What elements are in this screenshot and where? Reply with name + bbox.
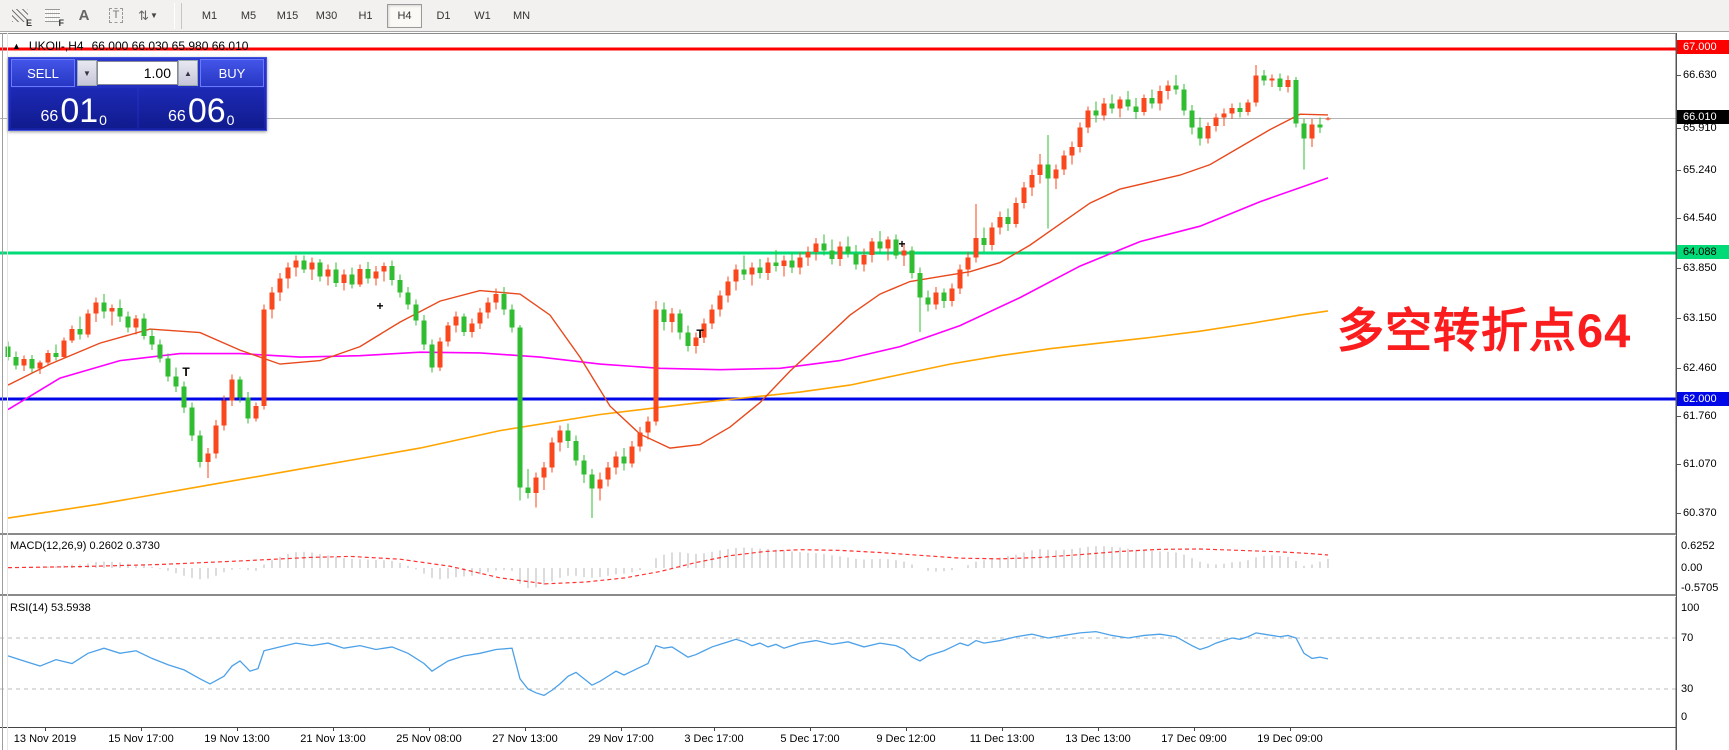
price-tick-label: 62.460 [1683, 362, 1717, 374]
svg-text:T: T [696, 327, 704, 341]
date-tick [714, 727, 715, 731]
date-tick [1098, 727, 1099, 731]
date-axis-line [0, 727, 1729, 728]
price-badge: 62.000 [1677, 392, 1729, 406]
date-tick [1194, 727, 1195, 731]
date-tick [141, 727, 142, 731]
trading-platform-window: E F A T ⇅ ▼ M1 M5 M15 M30 H1 H4 D1 W1 MN T T + + 66.… [0, 0, 1729, 750]
price-badge: 64.088 [1677, 245, 1729, 259]
pane-separator[interactable] [0, 33, 1729, 34]
pane-separator[interactable] [0, 594, 1729, 597]
macd-scale-label: 0.6252 [1681, 540, 1715, 552]
date-tick [429, 727, 430, 731]
volume-down-button[interactable]: ▼ [77, 60, 97, 86]
volume-up-button[interactable]: ▲ [178, 60, 198, 86]
pane-separator[interactable] [0, 533, 1729, 536]
rsi-label: RSI(14) 53.5938 [10, 602, 91, 614]
date-label: 27 Nov 13:00 [492, 733, 558, 745]
price-tick-label: 66.630 [1683, 69, 1717, 81]
price-tick [1677, 513, 1681, 514]
date-label: 5 Dec 17:00 [780, 733, 840, 745]
price-tick-label: 63.150 [1683, 312, 1717, 324]
ohlc-values: 66.000 66.030 65.980 66.010 [91, 39, 249, 53]
date-label: 11 Dec 13:00 [969, 733, 1035, 745]
date-tick [621, 727, 622, 731]
buy-price-panel[interactable]: 66 06 0 [138, 88, 264, 128]
price-tick [1677, 170, 1681, 171]
price-tick-label: 65.240 [1683, 164, 1717, 176]
date-label: 9 Dec 12:00 [876, 733, 936, 745]
date-tick [810, 727, 811, 731]
price-tick [1677, 75, 1681, 76]
volume-input[interactable]: 1.00 [97, 61, 178, 85]
rsi-scale-label: 0 [1681, 711, 1688, 723]
macd-label: MACD(12,26,9) 0.2602 0.3730 [10, 540, 160, 552]
date-label: 13 Nov 2019 [13, 733, 77, 745]
symbol-period-label: UKOIl-,H4 [28, 39, 84, 53]
date-label: 25 Nov 08:00 [396, 733, 462, 745]
one-click-trading-widget: SELL ▼ 1.00 ▲ BUY 66 01 0 66 06 0 [8, 57, 267, 131]
date-tick [333, 727, 334, 731]
svg-text:+: + [376, 299, 383, 313]
date-label: 17 Dec 09:00 [1161, 733, 1227, 745]
candles [5, 65, 1331, 519]
price-tick [1677, 218, 1681, 219]
date-tick [237, 727, 238, 731]
date-tick [1290, 727, 1291, 731]
chart-annotation-text: 多空转折点64 [1337, 304, 1632, 357]
date-label: 21 Nov 13:00 [300, 733, 366, 745]
buy-button[interactable]: BUY [200, 59, 264, 87]
price-tick [1677, 128, 1681, 129]
price-tick [1677, 318, 1681, 319]
price-tick [1677, 416, 1681, 417]
macd-scale-label: -0.5705 [1681, 582, 1719, 594]
svg-text:T: T [182, 365, 190, 379]
price-tick [1677, 464, 1681, 465]
price-tick [1677, 368, 1681, 369]
chart-caption: ▲ UKOIl-,H4 66.000 66.030 65.980 66.010 [12, 39, 248, 53]
date-tick [525, 727, 526, 731]
sell-button[interactable]: SELL [11, 59, 75, 87]
date-tick [906, 727, 907, 731]
price-tick-label: 60.370 [1683, 507, 1717, 519]
price-badge: 67.000 [1677, 40, 1729, 54]
date-label: 29 Nov 17:00 [588, 733, 654, 745]
price-badge: 66.010 [1677, 110, 1729, 124]
date-label: 19 Dec 09:00 [1257, 733, 1323, 745]
svg-text:+: + [898, 237, 905, 251]
date-label: 19 Nov 13:00 [204, 733, 270, 745]
rsi-scale-label: 30 [1681, 683, 1694, 695]
rsi-scale-label: 70 [1681, 632, 1694, 644]
price-tick-label: 63.850 [1683, 262, 1717, 274]
sell-price-panel[interactable]: 66 01 0 [11, 88, 137, 128]
date-label: 3 Dec 17:00 [684, 733, 744, 745]
date-tick [1002, 727, 1003, 731]
rsi-scale-label: 100 [1681, 602, 1700, 614]
price-tick-label: 61.760 [1683, 410, 1717, 422]
date-tick [45, 727, 46, 731]
price-tick-label: 61.070 [1683, 458, 1717, 470]
price-tick-label: 64.540 [1683, 212, 1717, 224]
macd-scale-label: 0.00 [1681, 562, 1703, 574]
date-label: 15 Nov 17:00 [108, 733, 174, 745]
window-left-edge [2, 33, 8, 750]
volume-stepper: ▼ 1.00 ▲ [77, 60, 198, 86]
date-label: 13 Dec 13:00 [1065, 733, 1131, 745]
collapse-triangle-icon[interactable]: ▲ [12, 41, 21, 51]
price-tick [1677, 268, 1681, 269]
